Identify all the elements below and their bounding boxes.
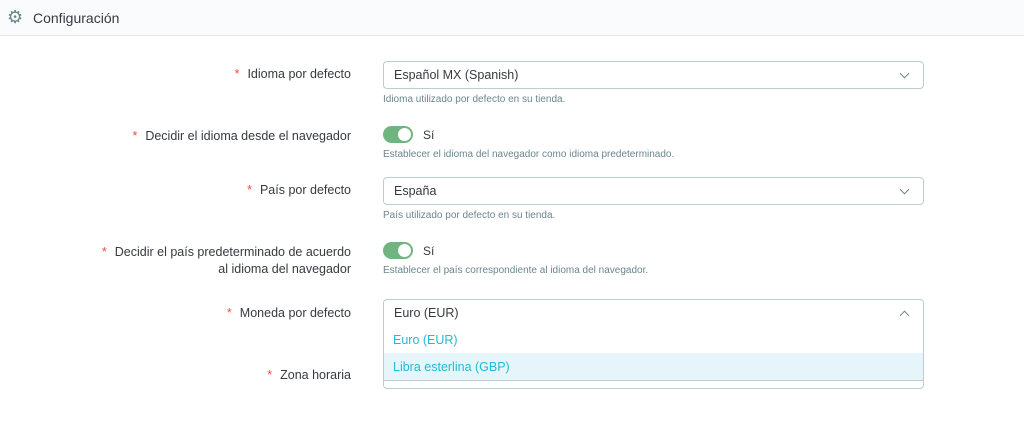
language-help: Idioma utilizado por defecto en su tiend… bbox=[383, 94, 566, 105]
browser-language-toggle[interactable]: Sí bbox=[383, 126, 434, 143]
currency-select[interactable]: Euro (EUR) bbox=[383, 299, 924, 327]
browser-country-toggle[interactable]: Sí bbox=[383, 242, 434, 259]
gear-icon: ⚙ bbox=[7, 7, 24, 27]
browser-language-help: Establecer el idioma del navegador como … bbox=[383, 149, 675, 160]
chevron-up-icon bbox=[899, 310, 910, 320]
currency-option[interactable]: Libra esterlina (GBP) bbox=[384, 353, 923, 380]
toggle-label: Sí bbox=[423, 127, 435, 142]
timezone-label: * Zona horaria bbox=[267, 368, 351, 382]
currency-label: * Moneda por defecto bbox=[226, 306, 351, 320]
country-help: País utilizado por defecto en su tienda. bbox=[383, 210, 556, 221]
chevron-down-icon bbox=[899, 184, 910, 194]
currency-dropdown: Euro (EUR) Libra esterlina (GBP) bbox=[383, 326, 924, 381]
section-title: Configuración bbox=[33, 9, 120, 26]
language-select[interactable]: Español MX (Spanish) bbox=[383, 61, 924, 89]
browser-country-label: * Decidir el país predeterminado de acuer… bbox=[101, 245, 351, 276]
country-select[interactable]: España bbox=[383, 177, 924, 205]
language-value: Español MX (Spanish) bbox=[394, 68, 519, 82]
country-label: * País por defecto bbox=[247, 183, 351, 197]
currency-option[interactable]: Euro (EUR) bbox=[384, 326, 923, 353]
section-header: ⚙ Configuración bbox=[0, 0, 1024, 36]
toggle-label: Sí bbox=[423, 243, 435, 258]
browser-language-label: * Decidir el idioma desde el navegador bbox=[132, 129, 351, 143]
chevron-down-icon bbox=[899, 68, 910, 78]
browser-country-help: Establecer el país correspondiente al id… bbox=[383, 265, 649, 276]
currency-value: Euro (EUR) bbox=[394, 306, 459, 320]
language-label: * Idioma por defecto bbox=[234, 67, 351, 81]
country-value: España bbox=[394, 184, 437, 198]
